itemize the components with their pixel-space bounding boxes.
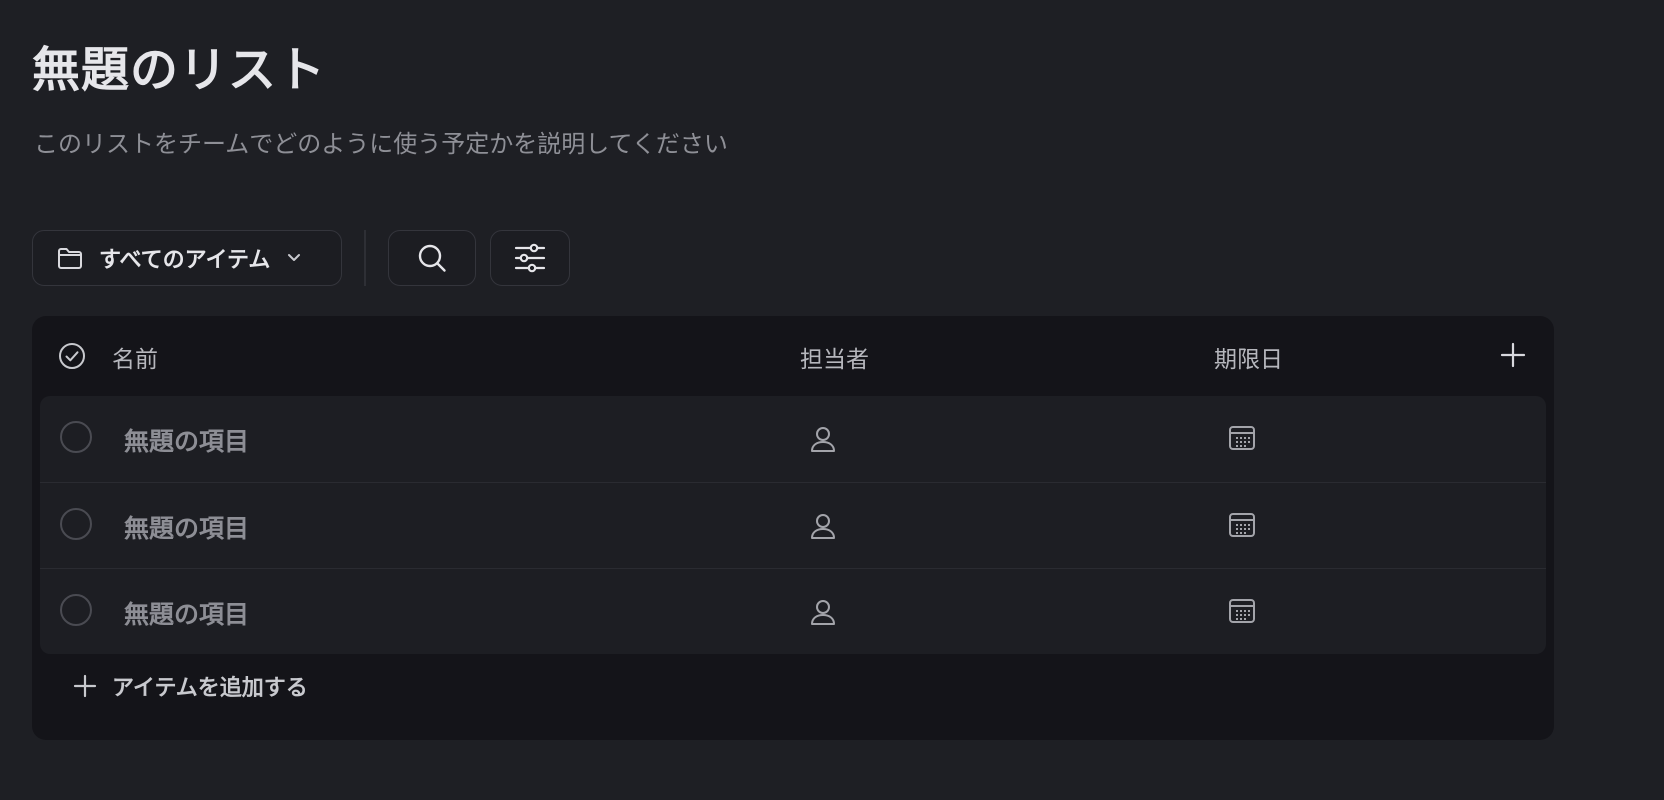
row-name[interactable]: 無題の項目 <box>124 422 249 458</box>
calendar-icon[interactable] <box>1228 424 1256 452</box>
row-checkbox[interactable] <box>60 508 92 540</box>
view-selector-button[interactable]: すべてのアイテム <box>32 230 342 286</box>
column-header-name[interactable]: 名前 <box>112 340 158 374</box>
search-button[interactable] <box>388 230 476 286</box>
row-name[interactable]: 無題の項目 <box>124 509 249 545</box>
table-row[interactable]: 無題の項目 <box>40 568 1546 654</box>
person-icon[interactable] <box>808 597 838 627</box>
column-header-due-date[interactable]: 期限日 <box>1214 340 1283 374</box>
add-column-button[interactable] <box>1498 340 1528 370</box>
list-table: 名前 担当者 期限日 無題の項目 無題の項目 無題の項目 アイテムを追加する <box>32 316 1554 740</box>
page-title[interactable]: 無題のリスト <box>32 30 326 100</box>
plus-icon <box>72 673 98 699</box>
table-header: 名前 担当者 期限日 <box>32 316 1554 396</box>
table-body: 無題の項目 無題の項目 無題の項目 <box>40 396 1546 654</box>
calendar-icon[interactable] <box>1228 597 1256 625</box>
folder-icon <box>57 246 83 270</box>
toolbar-divider <box>364 230 366 286</box>
row-checkbox[interactable] <box>60 594 92 626</box>
table-row[interactable]: 無題の項目 <box>40 396 1546 482</box>
chevron-down-icon <box>286 253 302 263</box>
toolbar: すべてのアイテム <box>32 230 570 286</box>
search-icon <box>416 242 448 274</box>
sliders-icon <box>514 243 546 273</box>
calendar-icon[interactable] <box>1228 511 1256 539</box>
view-selector-label: すべてのアイテム <box>99 248 271 273</box>
add-item-label: アイテムを追加する <box>112 676 308 701</box>
row-checkbox[interactable] <box>60 421 92 453</box>
column-header-assignee[interactable]: 担当者 <box>800 340 869 374</box>
add-item-button[interactable]: アイテムを追加する <box>72 668 308 704</box>
list-page: 無題のリスト このリストをチームでどのように使う予定かを説明してください すべて… <box>0 0 1664 800</box>
person-icon[interactable] <box>808 424 838 454</box>
select-all-checkbox[interactable] <box>58 342 86 370</box>
filter-button[interactable] <box>490 230 570 286</box>
person-icon[interactable] <box>808 511 838 541</box>
page-description[interactable]: このリストをチームでどのように使う予定かを説明してください <box>34 124 728 159</box>
table-row[interactable]: 無題の項目 <box>40 482 1546 568</box>
row-name[interactable]: 無題の項目 <box>124 595 249 631</box>
